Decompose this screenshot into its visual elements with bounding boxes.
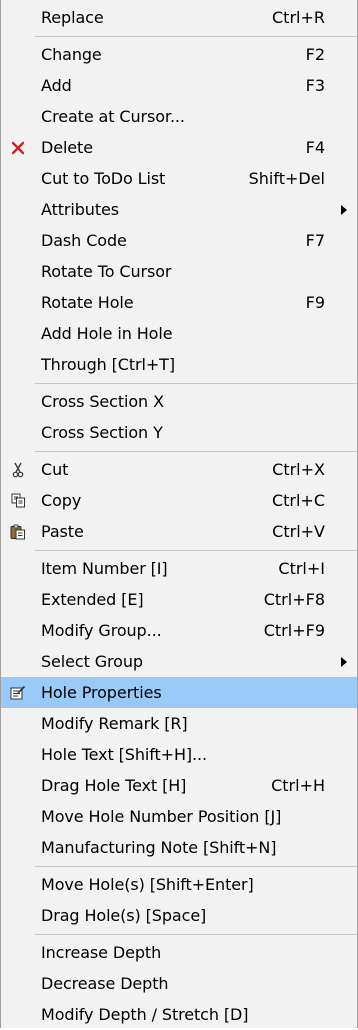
menu-item-shortcut: Ctrl+F9 [263,621,325,640]
menu-item-shortcut: Ctrl+V [272,522,325,541]
menu-item-modify-group[interactable]: Modify Group... Ctrl+F9 [1,615,357,646]
context-menu: Replace Ctrl+R Change F2 Add F3 Create a… [0,0,358,1028]
menu-item-label: Dash Code [41,231,127,250]
menu-item-copy[interactable]: Copy Ctrl+C [1,485,357,516]
menu-item-label: Cut to ToDo List [41,169,166,188]
menu-item-rotate-to-cursor[interactable]: Rotate To Cursor [1,256,357,287]
menu-item-shortcut: Ctrl+C [271,491,325,510]
menu-item-label: Change [41,45,102,64]
menu-item-manufacturing-note[interactable]: Manufacturing Note [Shift+N] [1,832,357,863]
menu-item-paste[interactable]: Paste Ctrl+V [1,516,357,547]
menu-item-hole-text[interactable]: Hole Text [Shift+H]... [1,739,357,770]
menu-item-extended[interactable]: Extended [E] Ctrl+F8 [1,584,357,615]
menu-item-label: Decrease Depth [41,974,169,993]
menu-item-cross-section-y[interactable]: Cross Section Y [1,417,357,448]
menu-item-decrease-depth[interactable]: Decrease Depth [1,968,357,999]
menu-item-shortcut: F7 [305,231,325,250]
menu-item-shortcut: Ctrl+R [272,8,325,27]
menu-item-label: Through [Ctrl+T] [41,355,175,374]
menu-item-shortcut: Shift+Del [248,169,325,188]
menu-item-label: Add [41,76,72,95]
properties-icon [10,685,26,701]
menu-item-label: Drag Hole(s) [Space] [41,906,207,925]
menu-item-shortcut: Ctrl+I [278,559,325,578]
menu-item-rotate-hole[interactable]: Rotate Hole F9 [1,287,357,318]
menu-item-label: Hole Text [Shift+H]... [41,745,207,764]
menu-item-drag-holes[interactable]: Drag Hole(s) [Space] [1,900,357,931]
menu-item-delete[interactable]: Delete F4 [1,132,357,163]
menu-item-label: Copy [41,491,82,510]
menu-item-change[interactable]: Change F2 [1,39,357,70]
menu-item-select-group[interactable]: Select Group [1,646,357,677]
menu-item-label: Modify Group... [41,621,162,640]
menu-item-label: Modify Remark [R] [41,714,188,733]
menu-item-label: Select Group [41,652,143,671]
menu-item-label: Hole Properties [41,683,162,702]
menu-item-shortcut: Ctrl+X [272,460,325,479]
menu-item-label: Delete [41,138,93,157]
menu-item-label: Manufacturing Note [Shift+N] [41,838,277,857]
menu-item-increase-depth[interactable]: Increase Depth [1,937,357,968]
menu-item-shortcut: F3 [305,76,325,95]
menu-item-label: Item Number [I] [41,559,168,578]
menu-item-label: Cross Section Y [41,423,163,442]
menu-item-cross-section-x[interactable]: Cross Section X [1,386,357,417]
menu-item-shortcut: Ctrl+H [271,776,325,795]
menu-item-label: Rotate To Cursor [41,262,172,281]
menu-item-label: Move Hole Number Position [J] [41,807,282,826]
submenu-arrow-icon [341,656,347,667]
menu-item-create-at-cursor[interactable]: Create at Cursor... [1,101,357,132]
menu-item-add[interactable]: Add F3 [1,70,357,101]
menu-item-dash-code[interactable]: Dash Code F7 [1,225,357,256]
menu-item-cut-to-todo[interactable]: Cut to ToDo List Shift+Del [1,163,357,194]
menu-item-label: Cut [41,460,69,479]
menu-item-label: Cross Section X [41,392,164,411]
menu-item-cut[interactable]: Cut Ctrl+X [1,454,357,485]
menu-item-move-holes[interactable]: Move Hole(s) [Shift+Enter] [1,869,357,900]
clipboard-icon [10,524,26,540]
menu-item-shortcut: F9 [305,293,325,312]
menu-item-label: Extended [E] [41,590,144,609]
menu-item-label: Paste [41,522,84,541]
menu-item-label: Add Hole in Hole [41,324,173,343]
copy-icon [10,493,26,509]
menu-item-modify-depth-stretch[interactable]: Modify Depth / Stretch [D] [1,999,357,1030]
menu-item-shortcut: F4 [305,138,325,157]
menu-item-item-number[interactable]: Item Number [I] Ctrl+I [1,553,357,584]
menu-item-add-hole-in-hole[interactable]: Add Hole in Hole [1,318,357,349]
menu-item-label: Move Hole(s) [Shift+Enter] [41,875,254,894]
menu-item-modify-remark[interactable]: Modify Remark [R] [1,708,357,739]
submenu-arrow-icon [341,204,347,215]
menu-item-label: Create at Cursor... [41,107,185,126]
menu-item-label: Replace [41,8,104,27]
menu-item-attributes[interactable]: Attributes [1,194,357,225]
menu-item-label: Attributes [41,200,119,219]
menu-item-shortcut: Ctrl+F8 [263,590,325,609]
scissors-icon [10,462,26,478]
menu-item-hole-properties[interactable]: Hole Properties [1,677,357,708]
menu-item-label: Drag Hole Text [H] [41,776,187,795]
red-x-icon [10,140,26,156]
menu-item-move-hole-number-position[interactable]: Move Hole Number Position [J] [1,801,357,832]
menu-item-label: Rotate Hole [41,293,134,312]
menu-item-label: Modify Depth / Stretch [D] [41,1005,249,1024]
menu-item-replace[interactable]: Replace Ctrl+R [1,2,357,33]
menu-item-drag-hole-text[interactable]: Drag Hole Text [H] Ctrl+H [1,770,357,801]
menu-item-shortcut: F2 [305,45,325,64]
menu-item-label: Increase Depth [41,943,162,962]
menu-item-through[interactable]: Through [Ctrl+T] [1,349,357,380]
